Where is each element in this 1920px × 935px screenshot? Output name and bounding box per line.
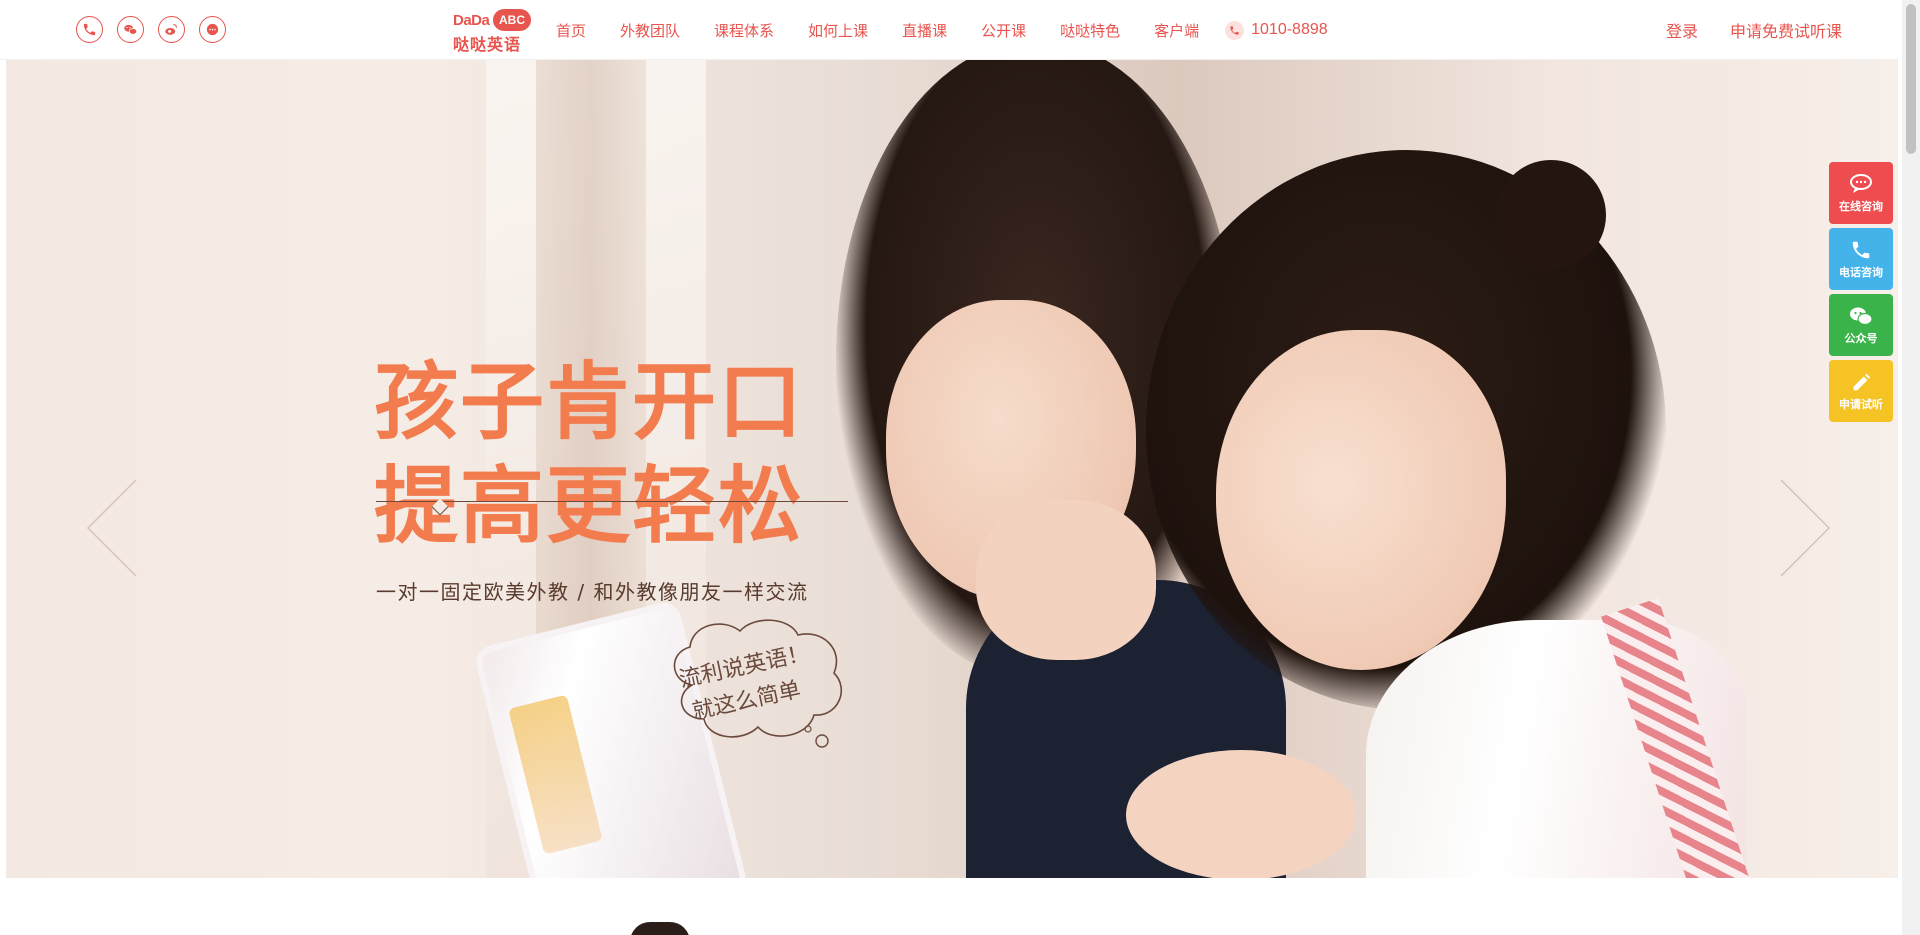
apply-trial-button[interactable]: 申请试听 (1829, 360, 1893, 422)
girl-left-hand (976, 500, 1156, 660)
free-trial-link[interactable]: 申请免费试听课 (1730, 18, 1842, 42)
logo-abc-bubble: ABC (493, 9, 531, 31)
pencil-icon (1853, 373, 1871, 390)
nav-how-to-learn[interactable]: 如何上课 (808, 20, 868, 41)
nav-open-class[interactable]: 公开课 (981, 20, 1026, 41)
nav-client[interactable]: 客户端 (1154, 20, 1199, 41)
phone-icon (1225, 20, 1245, 40)
weibo-icon[interactable] (158, 16, 185, 43)
phone-consult-button[interactable]: 电话咨询 (1829, 228, 1893, 290)
girl-right-hand (1126, 750, 1356, 878)
auth-links: 登录 申请免费试听课 (1666, 0, 1842, 60)
online-consult-button[interactable]: 在线咨询 (1829, 162, 1893, 224)
hero-subline: 一对一固定欧美外教 / 和外教像朋友一样交流 (376, 580, 809, 604)
wechat-official-label: 公众号 (1844, 331, 1878, 345)
next-slide-arrow-icon[interactable] (1771, 478, 1831, 578)
hotline-number: 1010-8898 (1251, 21, 1328, 38)
logo-chinese-text: 哒哒英语 (453, 35, 522, 54)
hero-banner: 孩子肯开口 提高更轻松 一对一固定欧美外教 / 和外教像朋友一样交流 流利说英语… (6, 60, 1898, 878)
top-header: DaDa ABC 哒哒英语 首页 外教团队 课程体系 如何上课 直播课 公开课 … (0, 0, 1898, 60)
apply-trial-label: 申请试听 (1839, 397, 1883, 411)
girl-right-face (1216, 330, 1506, 670)
phone-consult-label: 电话咨询 (1839, 265, 1883, 279)
wechat-official-button[interactable]: 公众号 (1829, 294, 1893, 356)
wechat-icon[interactable] (117, 16, 144, 43)
nav-teachers[interactable]: 外教团队 (620, 20, 680, 41)
nav-home[interactable]: 首页 (556, 20, 586, 41)
wechat-icon (1850, 307, 1873, 325)
nav-features[interactable]: 哒哒特色 (1060, 20, 1120, 41)
social-icons (76, 16, 226, 43)
nav-courses[interactable]: 课程体系 (714, 20, 774, 41)
phone-icon[interactable] (76, 16, 103, 43)
headline-line-1: 孩子肯开口 (374, 353, 805, 451)
scrollbar-thumb[interactable] (1906, 4, 1916, 154)
main-nav: 首页 外教团队 课程体系 如何上课 直播课 公开课 哒哒特色 客户端 1010-… (556, 0, 1328, 60)
side-contact-panel: 在线咨询 电话咨询 公众号 申请试听 (1829, 162, 1893, 426)
online-consult-label: 在线咨询 (1839, 199, 1883, 213)
section-teaser-image (630, 922, 690, 935)
hero-headline: 孩子肯开口 提高更轻松 (374, 350, 804, 558)
chat-icon[interactable] (199, 16, 226, 43)
tablet-screen (508, 694, 603, 855)
chat-bubble-icon (1850, 173, 1872, 193)
headline-divider (376, 501, 848, 502)
nav-live-class[interactable]: 直播课 (902, 20, 947, 41)
logo-dada-text: DaDa (453, 12, 490, 29)
login-link[interactable]: 登录 (1666, 18, 1698, 42)
prev-slide-arrow-icon[interactable] (86, 478, 146, 578)
page-scrollbar[interactable] (1902, 0, 1920, 935)
hotline: 1010-8898 (1225, 20, 1328, 40)
dada-logo[interactable]: DaDa ABC 哒哒英语 (453, 9, 531, 54)
phone-icon (1852, 241, 1870, 258)
girl-right-hair-bun (1496, 160, 1606, 270)
